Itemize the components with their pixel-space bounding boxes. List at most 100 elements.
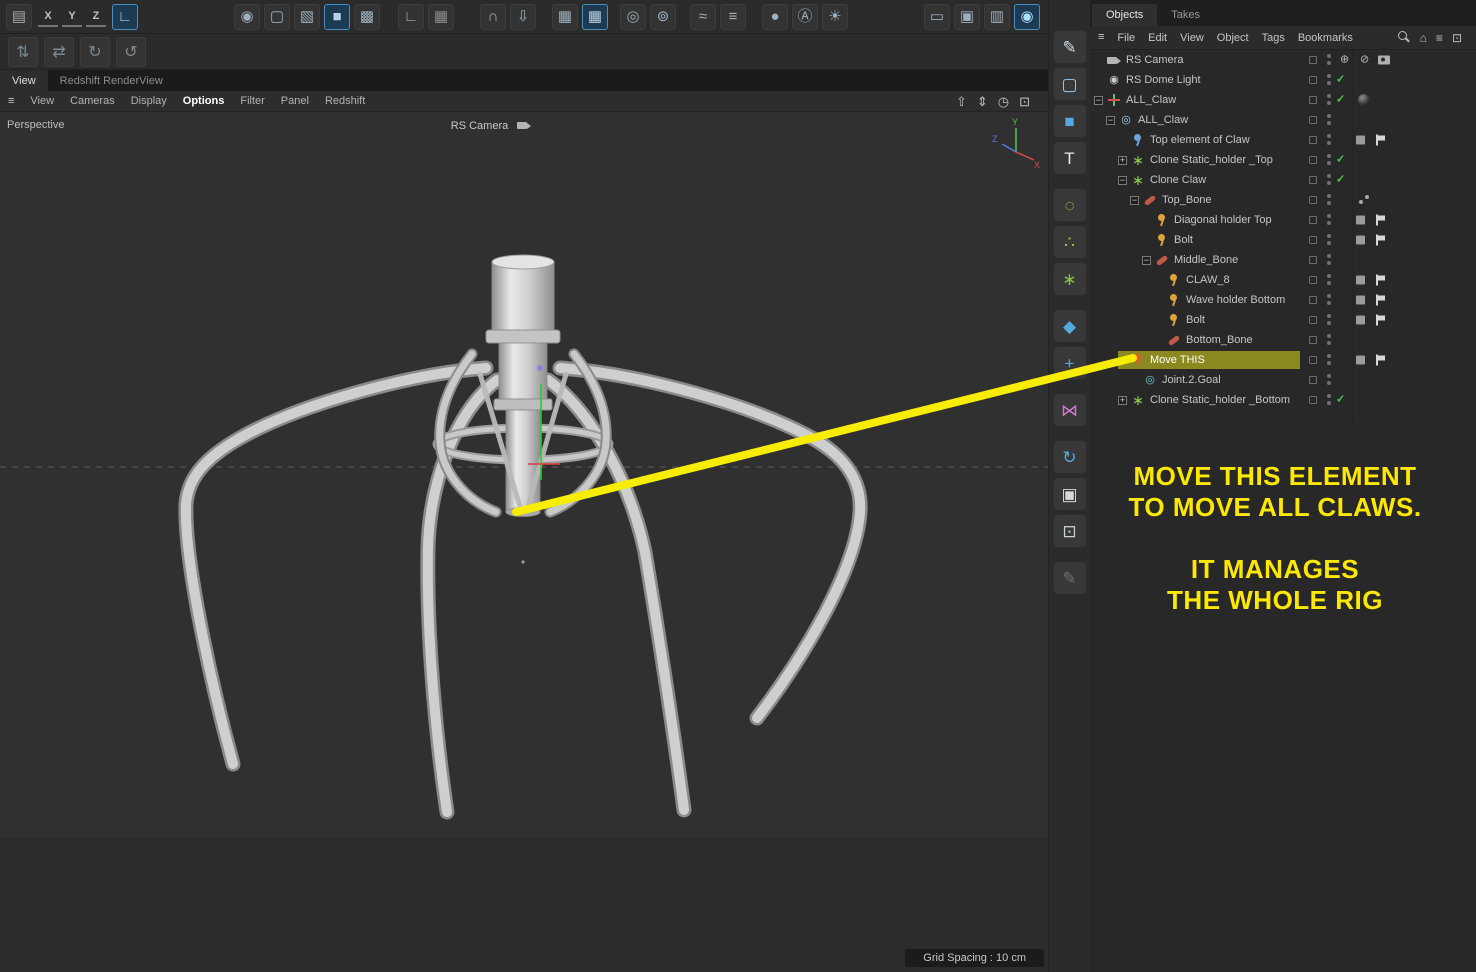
check-icon[interactable]: ✓ — [1336, 94, 1345, 106]
flag-icon[interactable] — [1376, 274, 1386, 286]
hamburger-icon[interactable]: ≡ — [8, 95, 14, 107]
make-editable-button[interactable]: ◉ — [234, 3, 260, 30]
dots-icon[interactable] — [1327, 174, 1331, 186]
render-view-button[interactable]: ▭ — [924, 3, 950, 30]
home-icon[interactable]: ⌂ — [1420, 32, 1427, 44]
flag-icon[interactable] — [1376, 354, 1386, 366]
enable-snap-button[interactable]: ∩ — [480, 3, 506, 30]
edit-pencil-button[interactable]: ✎ — [1052, 561, 1087, 595]
check-icon[interactable]: ✓ — [1336, 174, 1345, 186]
slot-icon[interactable] — [1309, 316, 1317, 324]
camera-tool-button[interactable]: ▣ — [1052, 477, 1087, 511]
frame-region-button[interactable]: ▢ — [1052, 67, 1087, 101]
dots-icon[interactable] — [1327, 254, 1331, 266]
expander-minus-icon[interactable]: − — [1106, 115, 1115, 125]
tree-row-joint-2-goal[interactable]: ◎ Joint.2.Goal — [1090, 370, 1476, 390]
om-menu-file[interactable]: File — [1117, 32, 1135, 44]
up-axis-button[interactable]: ⇅ — [8, 36, 38, 67]
slot-icon[interactable] — [1309, 156, 1317, 164]
dotted-circle-button[interactable]: ◌ — [1052, 188, 1087, 222]
axis-z-lock-button[interactable]: Z — [86, 7, 106, 27]
tree-row-wave-holder-bottom[interactable]: Wave holder Bottom — [1090, 290, 1476, 310]
flag-icon[interactable] — [1376, 314, 1386, 326]
animation-mode-button[interactable]: ▩ — [354, 3, 380, 30]
dots-icon[interactable] — [1327, 114, 1331, 126]
slot-icon[interactable] — [1309, 256, 1317, 264]
viewport-menu-panel[interactable]: Panel — [281, 95, 309, 107]
dots-icon[interactable] — [1327, 54, 1331, 66]
tree-row-claw-8[interactable]: CLAW_8 — [1090, 270, 1476, 290]
slot-icon[interactable] — [1309, 56, 1317, 64]
dots-icon[interactable] — [1327, 74, 1331, 86]
viewport-menu-cameras[interactable]: Cameras — [70, 95, 115, 107]
tree-row-top-element-of-claw[interactable]: Top element of Claw — [1090, 130, 1476, 150]
external-link-icon[interactable]: ⊡ — [1452, 32, 1462, 44]
dots-icon[interactable] — [1327, 154, 1331, 166]
search-icon[interactable] — [1397, 31, 1411, 44]
om-tab-objects[interactable]: Objects — [1092, 4, 1158, 26]
tree-row-bolt[interactable]: Bolt — [1090, 230, 1476, 250]
sphere-icon[interactable] — [1358, 94, 1370, 106]
viewport-menu-filter[interactable]: Filter — [240, 95, 264, 107]
cluster-button[interactable]: ∴ — [1052, 225, 1087, 259]
expander-minus-icon[interactable]: − — [1130, 195, 1139, 205]
hand-tool-icon[interactable]: ⇧ — [956, 95, 967, 108]
dots-icon[interactable] — [1327, 354, 1331, 366]
model-mode-button[interactable]: ▢ — [264, 3, 290, 30]
snap-settings-button[interactable]: ⇩ — [510, 3, 536, 30]
tree-row-rs-camera[interactable]: RS Camera ⊕ ⊘ — [1090, 50, 1476, 70]
tree-row-move-this[interactable]: Move THIS — [1090, 350, 1476, 370]
flag-icon[interactable] — [1376, 214, 1386, 226]
transfer-button[interactable]: ⇄ — [44, 36, 74, 67]
planar-workplane-button[interactable]: ▦ — [428, 3, 454, 30]
flag-icon[interactable] — [1376, 234, 1386, 246]
viewport-menu-redshift[interactable]: Redshift — [325, 95, 365, 107]
om-menu-bookmarks[interactable]: Bookmarks — [1298, 32, 1353, 44]
slot-icon[interactable] — [1309, 216, 1317, 224]
layer-icon[interactable] — [1356, 235, 1365, 245]
om-menu-edit[interactable]: Edit — [1148, 32, 1167, 44]
tree-row-diagonal-holder-top[interactable]: Diagonal holder Top — [1090, 210, 1476, 230]
om-menu-view[interactable]: View — [1180, 32, 1204, 44]
om-menu-tags[interactable]: Tags — [1262, 32, 1285, 44]
dots-icon[interactable] — [1327, 294, 1331, 306]
expander-plus-icon[interactable]: + — [1118, 395, 1127, 405]
text-tool-button[interactable]: T — [1052, 141, 1087, 175]
om-menu-object[interactable]: Object — [1217, 32, 1249, 44]
slot-icon[interactable] — [1309, 236, 1317, 244]
deformer-button[interactable]: ◆ — [1052, 309, 1087, 343]
loop-button[interactable]: ↻ — [80, 36, 110, 67]
slot-icon[interactable] — [1309, 336, 1317, 344]
dots-icon[interactable] — [1327, 134, 1331, 146]
prohibit-icon[interactable]: ⊘ — [1360, 54, 1369, 66]
hamburger-icon[interactable]: ≡ — [1098, 32, 1104, 43]
tree-row-rs-dome-light[interactable]: ◉ RS Dome Light ✓ — [1090, 70, 1476, 90]
tree-row-clone-static-holder-top[interactable]: + ∗ Clone Static_holder _Top ✓ — [1090, 150, 1476, 170]
viewport-menu-options[interactable]: Options — [183, 95, 225, 107]
filter-icon[interactable]: ≡ — [1436, 32, 1443, 44]
mograph-button[interactable]: ∗ — [1052, 262, 1087, 296]
tree-row-bolt[interactable]: Bolt — [1090, 310, 1476, 330]
workplane-axis-button[interactable]: + — [1052, 346, 1087, 380]
maximize-view-icon[interactable]: ⊡ — [1019, 95, 1030, 108]
viewport-menu-view[interactable]: View — [30, 95, 54, 107]
layer-icon[interactable] — [1356, 215, 1365, 225]
coord-system-button[interactable]: ∟ — [112, 3, 138, 30]
pen-tool-button[interactable]: ✎ — [1052, 30, 1087, 64]
axis-settings-button[interactable]: ⊚ — [650, 3, 676, 30]
layer-icon[interactable] — [1356, 135, 1365, 145]
cube-primitive-button[interactable]: ■ — [1052, 104, 1087, 138]
slot-icon[interactable] — [1309, 76, 1317, 84]
expander-plus-icon[interactable]: + — [1118, 155, 1127, 165]
dots-icon[interactable] — [1327, 334, 1331, 346]
soft-selection-button[interactable]: ≈ — [690, 3, 716, 30]
expander-minus-icon[interactable]: − — [1094, 95, 1103, 105]
check-icon[interactable]: ✓ — [1336, 394, 1345, 406]
quantize-grid-button[interactable]: ▦ — [582, 3, 608, 30]
axis-x-lock-button[interactable]: X — [38, 7, 58, 27]
tree-row-all-claw[interactable]: − ◎ ALL_Claw — [1090, 110, 1476, 130]
dots-icon[interactable] — [1327, 274, 1331, 286]
render-settings-button[interactable]: ▥ — [984, 3, 1010, 30]
slot-icon[interactable] — [1309, 396, 1317, 404]
viewport-menu-display[interactable]: Display — [131, 95, 167, 107]
